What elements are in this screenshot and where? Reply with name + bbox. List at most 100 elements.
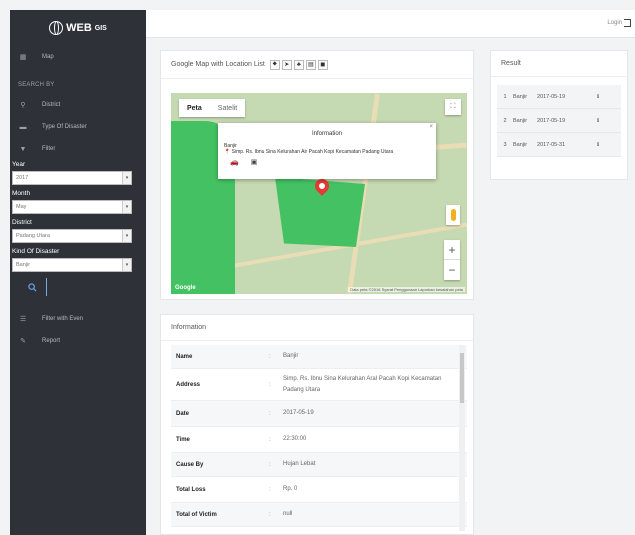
table-row: Address : Simp. Rs. Ibnu Sina Kelurahan … (171, 369, 467, 401)
login-label: Login (607, 20, 622, 26)
folder-icon: ▬ (19, 123, 27, 131)
month-label: Month (12, 190, 31, 197)
table-row: Cause By : Hujan Lebat (171, 453, 467, 477)
fullscreen-icon[interactable]: ⛶ (445, 99, 461, 115)
app-logo[interactable]: WEB GIS (10, 10, 146, 46)
zoom-in-button[interactable]: + (444, 240, 460, 260)
map-panel-header: Google Map with Location List ⬥ ➤ ♣ ▤ ◼ (161, 51, 473, 79)
zoom-out-button[interactable]: − (444, 260, 460, 280)
info-value: 22:30:00 (283, 436, 307, 442)
info-separator: : (269, 410, 271, 417)
row-date: 2017-05-19 (537, 93, 566, 100)
row-name: Banjir (513, 93, 528, 100)
car-icon[interactable]: 🚗 (230, 158, 239, 166)
login-link[interactable]: Login (607, 19, 631, 27)
sidebar-item-filter[interactable]: ▼ Filter (10, 138, 146, 160)
sidebar-item-filter-with-even[interactable]: ☰ Filter with Even (10, 308, 146, 330)
tab-map[interactable]: Peta (179, 99, 210, 117)
result-panel: Result 1 Banjir 2017-05-19 ℹ 2 Banjir 20… (490, 50, 628, 180)
info-separator: : (269, 353, 271, 360)
street-view-pegman-icon[interactable] (446, 205, 460, 225)
table-row[interactable]: 2 Banjir 2017-05-19 ℹ (497, 109, 621, 133)
kind-of-disaster-label: Kind Of Disaster (12, 248, 60, 255)
photo-icon[interactable]: ▣ (251, 158, 258, 166)
login-icon (624, 19, 631, 27)
info-icon[interactable]: ℹ (593, 142, 603, 148)
district-select[interactable]: Padang Utara ▾ (12, 229, 132, 243)
layer-tool-button[interactable]: ♣ (293, 59, 304, 70)
result-table: 1 Banjir 2017-05-19 ℹ 2 Banjir 2017-05-1… (497, 85, 621, 157)
chevron-down-icon: ▾ (122, 172, 131, 184)
search-button[interactable] (19, 278, 47, 296)
kind-of-disaster-select[interactable]: Banjir ▾ (12, 258, 132, 272)
sidebar-item-map[interactable]: ▦ Map (10, 46, 146, 68)
scrollbar[interactable] (459, 345, 465, 531)
information-panel: Information Name : Banjir Address : Simp… (160, 314, 474, 535)
row-date: 2017-05-19 (537, 117, 566, 124)
map-attribution[interactable]: Data peta ©2016 Syarat Penggunaan Lapork… (348, 287, 465, 292)
info-key: Date (176, 410, 190, 417)
map-type-tabs: Peta Satelit (179, 99, 246, 117)
list-tool-button[interactable]: ▤ (305, 59, 316, 70)
table-row[interactable]: 3 Banjir 2017-05-31 ℹ (497, 133, 621, 157)
info-value: null (283, 511, 293, 517)
report-icon: ✎ (20, 338, 26, 345)
sidebar-item-district[interactable]: ⚲ District (10, 94, 146, 116)
district-label: District (12, 219, 32, 226)
sidebar-item-label: District (42, 102, 61, 108)
location-tool-button[interactable]: ⬥ (269, 59, 280, 70)
info-value: Banjir (283, 353, 299, 359)
fill-tool-button[interactable]: ◼ (317, 59, 328, 70)
info-separator: : (269, 436, 271, 443)
info-value: Simp. Rs. Ibnu Sina Kelurahan Aral Pacah… (283, 375, 442, 393)
sidebar-item-label: Map (42, 54, 54, 60)
sidebar-item-report[interactable]: ✎ Report (10, 330, 146, 352)
sidebar-item-label: Filter with Even (42, 316, 84, 322)
info-window: × Information Banjir 📍 Simp. Rs. Ibnu Si… (218, 123, 436, 179)
info-key: Address (176, 381, 201, 388)
tab-satellite[interactable]: Satelit (210, 99, 245, 117)
table-row[interactable]: 1 Banjir 2017-05-19 ℹ (497, 85, 621, 109)
month-value: May (16, 204, 27, 210)
sidebar-item-type-of-disaster[interactable]: ▬ Type Of Disaster (10, 116, 146, 138)
info-key: Total of Victim (176, 511, 217, 518)
info-key: Name (176, 353, 193, 360)
chevron-down-icon: ▾ (122, 201, 131, 213)
sidebar-item-label: Type Of Disaster (42, 124, 87, 130)
pin-icon: ⚲ (20, 102, 26, 109)
kind-of-disaster-value: Banjir (16, 262, 31, 268)
result-panel-title: Result (491, 51, 627, 77)
row-name: Banjir (513, 117, 528, 124)
chevron-down-icon: ▾ (122, 259, 131, 271)
info-separator: : (269, 381, 271, 388)
sidebar-item-label: Report (42, 338, 61, 344)
information-table[interactable]: Name : Banjir Address : Simp. Rs. Ibnu S… (171, 345, 467, 531)
scrollbar-thumb[interactable] (460, 353, 464, 403)
row-number: 3 (503, 141, 507, 148)
map-panel-title: Google Map with Location List (171, 61, 265, 68)
info-value: 2017-05-19 (283, 410, 314, 416)
list-icon: ☰ (19, 316, 27, 323)
direction-tool-button[interactable]: ➤ (281, 59, 292, 70)
info-icon[interactable]: ℹ (593, 118, 603, 124)
information-panel-title: Information (161, 315, 473, 341)
info-window-address-text: Simp. Rs. Ibnu Sina Kelurahan Air Pacah … (231, 149, 394, 155)
info-icon[interactable]: ℹ (593, 94, 603, 100)
close-icon[interactable]: × (429, 124, 433, 130)
info-value: Hujan Lebat (283, 461, 316, 467)
table-row: Date : 2017-05-19 (171, 401, 467, 427)
google-map[interactable]: Peta Satelit ⛶ × Information Banjir 📍 Si… (171, 93, 467, 294)
search-icon (28, 282, 37, 292)
globe-icon (49, 21, 64, 35)
info-separator: : (269, 486, 271, 493)
row-number: 1 (503, 93, 507, 100)
month-select[interactable]: May ▾ (12, 200, 132, 214)
logo-sub: GIS (94, 24, 107, 32)
district-value: Padang Utara (16, 233, 50, 239)
top-bar: Login (146, 10, 635, 38)
map-icon: ▦ (19, 54, 27, 61)
year-select[interactable]: 2017 ▾ (12, 171, 132, 185)
info-separator: : (269, 511, 271, 518)
search-by-title: SEARCH BY (18, 82, 55, 88)
info-key: Total Loss (176, 486, 206, 493)
